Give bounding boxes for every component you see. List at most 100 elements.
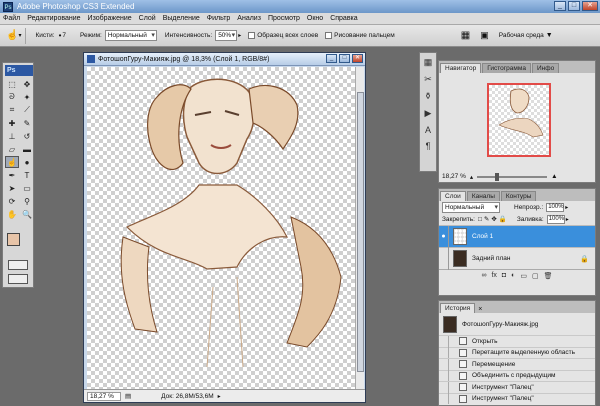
image-canvas[interactable] xyxy=(87,67,355,389)
pen-tool-icon[interactable]: ✒ xyxy=(5,169,19,181)
tab-navigator[interactable]: Навигатор xyxy=(440,63,482,73)
lasso-tool-icon[interactable]: ᘐ xyxy=(5,91,19,103)
shape-tool-icon[interactable]: ▭ xyxy=(20,182,34,194)
gradient-tool-icon[interactable]: ▬ xyxy=(20,143,34,155)
foreground-color-swatch[interactable] xyxy=(7,233,20,246)
menu-filter[interactable]: Фильтр xyxy=(207,15,231,22)
layer-name[interactable]: Слой 1 xyxy=(472,233,493,240)
history-step[interactable]: Перемещение xyxy=(439,358,595,370)
tab-channels[interactable]: Каналы xyxy=(466,191,500,201)
menu-file[interactable]: Файл xyxy=(3,15,20,22)
history-step[interactable]: Перетащите выделенную область xyxy=(439,346,595,359)
opacity-arrow-icon[interactable]: ▸ xyxy=(565,204,568,211)
slice-tool-icon[interactable]: ⟋ xyxy=(20,104,34,116)
mode-select[interactable]: Нормальный xyxy=(104,30,157,41)
tab-histogram[interactable]: Гистограмма xyxy=(482,63,531,73)
new-layer-icon[interactable]: ▢ xyxy=(532,272,539,280)
status-menu-arrow-icon[interactable]: ▸ xyxy=(218,393,221,400)
history-step[interactable]: Открыть xyxy=(439,335,595,347)
lock-pixels-icon[interactable]: ✎ xyxy=(484,215,489,223)
history-snapshot[interactable]: ФотошопГуру-Макияж.jpg xyxy=(439,313,595,335)
close-tab-icon[interactable]: × xyxy=(478,306,482,313)
clone-source-icon[interactable]: ⚱ xyxy=(424,91,432,102)
quick-mask-icon[interactable] xyxy=(8,260,28,270)
history-step[interactable]: Объединить с предыдущим xyxy=(439,369,595,382)
menu-edit[interactable]: Редактирование xyxy=(27,15,80,22)
zoom-in-icon[interactable]: ▲ xyxy=(551,173,557,180)
grid-icon[interactable]: ▦ xyxy=(424,57,433,68)
layer-row-background[interactable]: Задний план 🔒 xyxy=(439,247,595,270)
link-layers-icon[interactable]: ∞ xyxy=(481,272,486,279)
adjustment-layer-icon[interactable]: ◐ xyxy=(511,272,515,279)
tab-layers[interactable]: Слои xyxy=(440,191,466,201)
finger-paint-checkbox[interactable] xyxy=(325,32,333,39)
scrollbar-thumb[interactable] xyxy=(357,92,364,372)
lock-transparency-icon[interactable]: □ xyxy=(478,216,482,223)
menu-analysis[interactable]: Анализ xyxy=(237,15,261,22)
visibility-eye-icon[interactable]: ● xyxy=(439,225,449,248)
lock-all-icon[interactable]: 🔒 xyxy=(499,215,507,223)
visibility-eye-icon[interactable] xyxy=(439,247,449,270)
menu-layer[interactable]: Слой xyxy=(139,15,156,22)
history-step[interactable]: Инструмент "Палец" xyxy=(439,392,595,405)
healing-brush-icon[interactable]: ✚ xyxy=(5,117,19,129)
tab-history[interactable]: История xyxy=(440,303,476,313)
zoom-tool-icon[interactable]: 🔍 xyxy=(20,208,34,220)
history-step[interactable]: Инструмент "Палец" xyxy=(439,381,595,393)
fill-input[interactable]: 100% xyxy=(546,214,565,224)
menu-select[interactable]: Выделение xyxy=(163,15,200,22)
type-tool-icon[interactable]: T xyxy=(20,169,34,181)
marquee-tool-icon[interactable]: ⬚ xyxy=(5,78,19,90)
workspace-chevron-icon[interactable]: ▼ xyxy=(546,32,553,39)
doc-maximize-button[interactable]: □ xyxy=(339,54,350,63)
smudge-tool-preset-icon[interactable]: ☝ xyxy=(6,30,18,41)
layer-mask-icon[interactable]: ◘ xyxy=(502,272,506,279)
navigator-preview[interactable] xyxy=(487,83,551,157)
chevron-down-icon[interactable]: ▾ xyxy=(18,32,21,39)
brushes-palette-icon[interactable]: ▦ xyxy=(461,30,470,41)
3d-rotate-icon[interactable]: ⟳ xyxy=(5,195,19,207)
eraser-tool-icon[interactable]: ▱ xyxy=(5,143,19,155)
workspace-menu[interactable]: Рабочая среда xyxy=(499,32,544,39)
navigator-zoom-value[interactable]: 18,27 % xyxy=(442,173,466,180)
opacity-input[interactable]: 100% xyxy=(546,202,565,212)
delete-layer-icon[interactable]: 🗑 xyxy=(544,272,553,280)
menu-help[interactable]: Справка xyxy=(330,15,357,22)
layer-style-icon[interactable]: fx xyxy=(491,272,496,279)
smudge-tool-icon[interactable]: ☝ xyxy=(5,156,19,168)
close-button[interactable]: ✕ xyxy=(582,1,598,11)
lock-position-icon[interactable]: ✥ xyxy=(491,215,496,223)
tools-icon[interactable]: ✂ xyxy=(424,74,432,85)
character-icon[interactable]: A xyxy=(425,125,431,135)
tab-info[interactable]: Инфо xyxy=(531,63,560,73)
paragraph-icon[interactable]: ¶ xyxy=(426,141,431,151)
zoom-out-icon[interactable]: ▴ xyxy=(470,173,473,181)
eyedropper-tool-icon[interactable]: ⚲ xyxy=(20,195,34,207)
new-group-icon[interactable]: ▭ xyxy=(520,272,527,280)
clone-stamp-icon[interactable]: ⊥ xyxy=(5,130,19,142)
doc-minimize-button[interactable]: _ xyxy=(326,54,337,63)
tab-paths[interactable]: Контуры xyxy=(500,191,537,201)
vertical-scrollbar[interactable] xyxy=(355,67,364,389)
fill-arrow-icon[interactable]: ▸ xyxy=(566,216,569,223)
blend-mode-select[interactable]: Нормальный xyxy=(442,201,500,213)
zoom-field[interactable]: 18,27 % xyxy=(87,391,121,401)
brush-dot-icon[interactable]: • xyxy=(59,31,62,40)
doc-close-button[interactable]: ✕ xyxy=(352,54,363,63)
path-selection-icon[interactable]: ➤ xyxy=(5,182,19,194)
menu-window[interactable]: Окно xyxy=(307,15,323,22)
sample-all-checkbox[interactable] xyxy=(248,32,256,39)
layer-row-layer1[interactable]: ● Слой 1 xyxy=(439,225,595,248)
menu-view[interactable]: Просмотр xyxy=(268,15,300,22)
magic-wand-tool-icon[interactable]: ✦ xyxy=(20,91,34,103)
history-brush-icon[interactable]: ↺ xyxy=(20,130,34,142)
camera-icon[interactable]: ▣ xyxy=(480,30,489,41)
minimize-button[interactable]: _ xyxy=(554,1,566,11)
screen-mode-icon[interactable] xyxy=(8,274,28,284)
actions-icon[interactable]: ▶ xyxy=(425,108,432,119)
hand-tool-icon[interactable]: ✋ xyxy=(5,208,19,220)
move-tool-icon[interactable]: ✥ xyxy=(20,78,34,90)
brush-tool-icon[interactable]: ✎ xyxy=(20,117,34,129)
intensity-arrow-icon[interactable]: ▸ xyxy=(238,32,241,39)
dodge-tool-icon[interactable]: ● xyxy=(20,156,34,168)
